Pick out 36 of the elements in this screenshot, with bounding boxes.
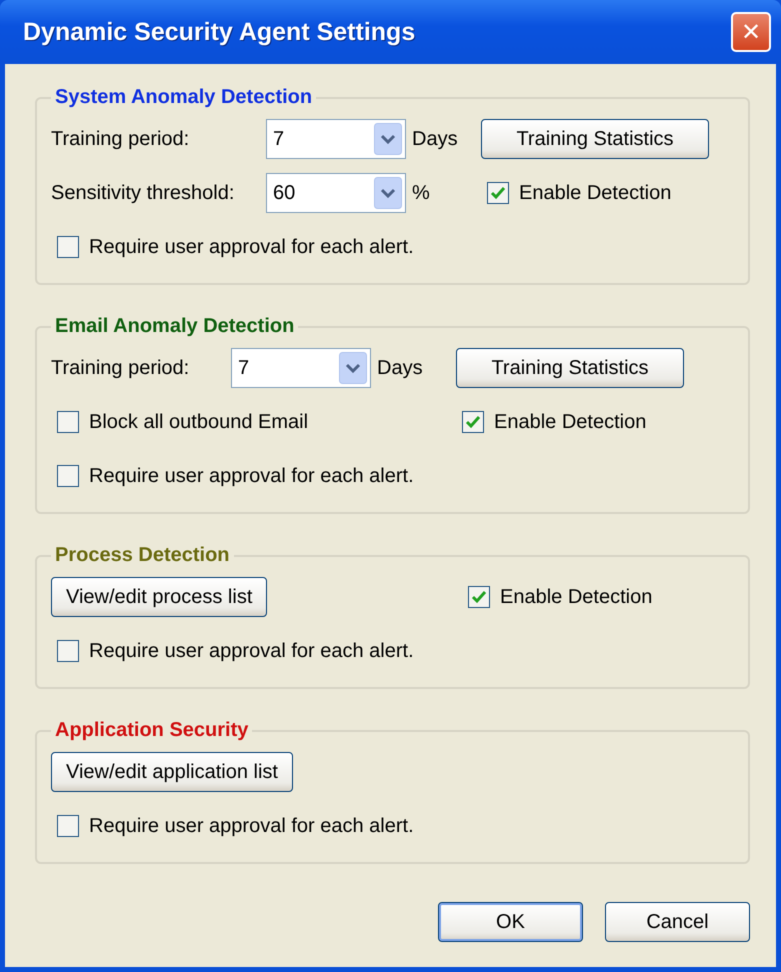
checkbox-box[interactable] [57, 411, 79, 433]
checkbox[interactable]: Enable Detection [462, 586, 652, 608]
checkbox[interactable]: Require user approval for each alert. [51, 464, 414, 488]
unit-label: Days [411, 128, 458, 150]
push-button[interactable]: Training Statistics [481, 119, 709, 159]
field-label: Training period: [51, 356, 190, 380]
group-title: Application Security [54, 719, 250, 742]
checkbox[interactable]: Enable Detection [481, 182, 672, 204]
checkbox-box[interactable] [57, 236, 79, 258]
unit-label: Days [376, 356, 423, 380]
field-label: Training period: [51, 128, 190, 150]
push-button[interactable]: View/edit application list [51, 752, 293, 792]
field-label: Sensitivity threshold: [51, 182, 236, 204]
dialog-button[interactable]: OK [438, 902, 583, 942]
push-button[interactable]: View/edit process list [51, 577, 268, 617]
unit-label: % [411, 182, 430, 204]
checkbox-box[interactable] [57, 640, 79, 662]
push-button[interactable]: Training Statistics [456, 348, 684, 388]
group-title: Process Detection [54, 544, 231, 567]
checkbox-box[interactable] [57, 815, 79, 837]
checkbox[interactable]: Block all outbound Email [51, 410, 308, 434]
window-title: Dynamic Security Agent Settings [23, 18, 416, 46]
group-title: System Anomaly Detection [54, 86, 314, 109]
dropdown-field[interactable]: 7 [231, 348, 371, 388]
checkbox[interactable]: Require user approval for each alert. [51, 640, 414, 662]
dropdown-field[interactable]: 60 [266, 173, 406, 213]
checkbox[interactable]: Require user approval for each alert. [51, 814, 414, 838]
checkbox-box[interactable] [487, 182, 509, 204]
checkbox-box[interactable] [468, 586, 490, 608]
dropdown-field[interactable]: 7 [266, 119, 406, 159]
checkbox[interactable]: Require user approval for each alert. [51, 236, 414, 258]
dialog-button[interactable]: Cancel [605, 902, 750, 942]
group-title: Email Anomaly Detection [54, 315, 296, 338]
checkbox[interactable]: Enable Detection [456, 410, 646, 434]
checkbox-box[interactable] [462, 411, 484, 433]
checkbox-box[interactable] [57, 465, 79, 487]
